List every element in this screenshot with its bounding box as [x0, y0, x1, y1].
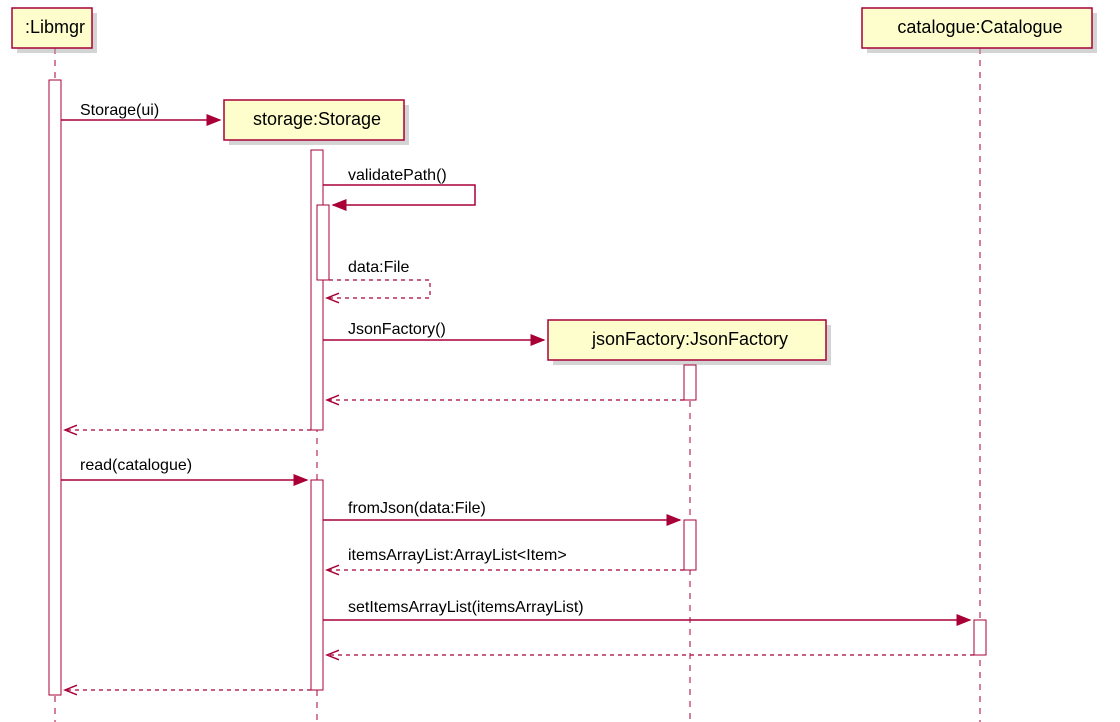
activation-storage-1 — [311, 150, 323, 430]
activation-storage-2 — [311, 480, 323, 690]
message-fromjson: fromJson(data:File) — [348, 500, 486, 517]
activation-catalogue — [974, 620, 986, 655]
activation-libmgr — [49, 80, 61, 695]
message-setitems: setItemsArrayList(itemsArrayList) — [348, 599, 584, 616]
activation-storage-self — [317, 205, 329, 280]
participant-libmgr-label: :Libmgr — [25, 17, 85, 37]
message-read: read(catalogue) — [80, 457, 192, 474]
arrow-m2 — [323, 185, 475, 205]
participant-storage-label: storage:Storage — [253, 109, 381, 129]
message-storage-ui: Storage(ui) — [80, 102, 159, 119]
message-validatepath: validatePath() — [348, 167, 447, 184]
activation-jsonfactory-2 — [684, 520, 696, 570]
participant-jsonfactory-label: jsonFactory:JsonFactory — [591, 329, 788, 349]
message-itemsarraylist: itemsArrayList:ArrayList<Item> — [348, 547, 567, 564]
arrow-m3 — [327, 280, 430, 298]
sequence-diagram: :Libmgr catalogue:Catalogue storage:Stor… — [0, 0, 1120, 722]
message-datafile: data:File — [348, 259, 409, 276]
activation-jsonfactory-1 — [684, 365, 696, 400]
message-jsonfactory: JsonFactory() — [348, 321, 446, 338]
participant-catalogue-label: catalogue:Catalogue — [897, 17, 1062, 37]
